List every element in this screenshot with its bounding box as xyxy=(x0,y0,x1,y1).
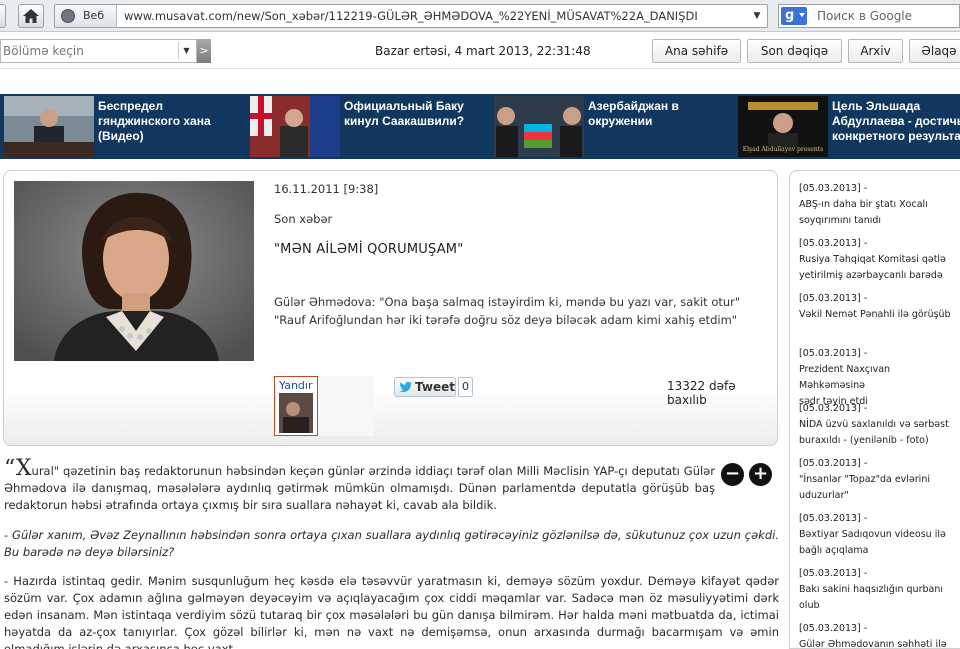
current-date: Bazar ertəsi, 4 mart 2013, 22:31:48 xyxy=(375,44,591,58)
yandir-spacer xyxy=(318,376,374,436)
article-lead-2: "Rauf Arifoğlundan hər iki tərəfə doğru … xyxy=(274,313,738,327)
news-title[interactable]: Азербайджан в окружении xyxy=(588,99,738,129)
yandir-button[interactable]: Yandır xyxy=(274,376,318,436)
news-thumbnail[interactable] xyxy=(250,96,340,157)
sidebar-news-item[interactable]: [05.03.2013] - NİDA üzvü saxlanıldı və s… xyxy=(799,401,959,449)
sidebar-news-item[interactable]: [05.03.2013] - Gülər Əhmədovanın səhhəti… xyxy=(799,621,959,648)
section-go-button[interactable]: > xyxy=(197,39,211,63)
news-thumbnail[interactable] xyxy=(494,96,584,157)
thumbnail-caption: Elşad Abdullayev presents xyxy=(743,146,823,153)
sidebar-news-item[interactable]: [05.03.2013] - Bəxtiyar Sadıqovun videos… xyxy=(799,511,959,559)
news-title[interactable]: Официальный Баку кинул Саакашвили? xyxy=(344,99,494,129)
address-bar[interactable]: Веб www.musavat.com/new/Son_xəbər/112219… xyxy=(54,4,768,28)
sidebar-news-item[interactable]: [05.03.2013] - Vəkil Nemət Pənahli ilə g… xyxy=(799,291,959,323)
news-item[interactable]: Азербайджан в окружении xyxy=(494,96,738,157)
globe-icon xyxy=(61,9,75,23)
archive-button[interactable]: Arxiv xyxy=(848,39,903,63)
view-count: 13322 dəfə baxılıb xyxy=(667,379,736,407)
news-item[interactable]: Беспредел гянджинского хана (Видео) xyxy=(4,96,250,157)
article-body-paragraph: - Gülər xanım, Əvəz Zeynallının həbsində… xyxy=(4,528,779,559)
news-title[interactable]: Беспредел гянджинского хана (Видео) xyxy=(98,99,248,144)
browser-toolbar: Веб www.musavat.com/new/Son_xəbər/112219… xyxy=(0,0,960,32)
article-body-paragraph: - Hazırda istintaq gedir. Mənim susqunlu… xyxy=(4,574,779,649)
article-category[interactable]: Son xəbər xyxy=(274,212,332,226)
news-title[interactable]: Цель Эльшада Абдуллаева - достичь конкре… xyxy=(832,99,960,144)
tweet-button[interactable]: Tweet xyxy=(394,377,456,397)
url-dropdown-icon[interactable]: ▼ xyxy=(747,5,767,27)
article-panel: 16.11.2011 [9:38] Son xəbər "MƏN AİLƏMİ … xyxy=(3,170,778,446)
home-button[interactable] xyxy=(18,4,44,28)
article-date: 16.11.2011 [9:38] xyxy=(274,182,379,196)
article-body-paragraph: “Xural" qəzetinin baş redaktorunun həbsi… xyxy=(4,456,715,513)
article-portrait xyxy=(14,181,254,361)
site-header: Bölümə keçin ▼ > Bazar ertəsi, 4 mart 20… xyxy=(0,33,960,69)
news-thumbnail[interactable] xyxy=(4,96,94,157)
section-select[interactable]: Bölümə keçin ▼ xyxy=(0,39,197,63)
article-lead-1: Gülər Əhmədova: "Ona başa salmaq istəyir… xyxy=(274,295,741,309)
home-icon xyxy=(23,9,39,23)
text-decrease-button[interactable]: − xyxy=(721,463,744,486)
sidebar-news-item[interactable]: [05.03.2013] - ABŞ-ın daha bir ştatı Xoc… xyxy=(799,181,959,229)
yandir-thumbnail[interactable] xyxy=(279,393,313,433)
home-page-button[interactable]: Ana səhifə xyxy=(652,39,741,63)
latest-news-button[interactable]: Son dəqiqə xyxy=(747,39,842,63)
sidebar-news-item[interactable]: [05.03.2013] - Bakı sakini haqsızlığın q… xyxy=(799,566,959,614)
article-title: "MƏN AİLƏMİ QORUMUŞAM" xyxy=(274,242,464,257)
url-scheme-badge[interactable]: Веб xyxy=(55,5,117,27)
sidebar-news-item[interactable]: [05.03.2013] - "İnsanlar "Topaz"da evlər… xyxy=(799,456,959,504)
latest-news-sidebar: [05.03.2013] - ABŞ-ın daha bir ştatı Xoc… xyxy=(789,170,960,649)
twitter-bird-icon xyxy=(399,381,412,393)
news-thumbnail[interactable]: Elşad Abdullayev presents xyxy=(738,96,828,157)
news-item[interactable]: Elşad Abdullayev presents Цель Эльшада А… xyxy=(738,96,960,157)
text-increase-button[interactable]: + xyxy=(749,463,772,486)
sidebar-news-item[interactable]: [05.03.2013] - Rusiya Təhqiqat Komitəsi … xyxy=(799,236,959,284)
search-placeholder: Поиск в Google xyxy=(817,9,913,23)
contact-button[interactable]: Əlaqə xyxy=(909,39,960,63)
drop-cap: “X xyxy=(4,456,32,481)
top-news-strip: Беспредел гянджинского хана (Видео) Офиц… xyxy=(0,94,960,159)
news-item[interactable]: Официальный Баку кинул Саакашвили? xyxy=(250,96,494,157)
browser-search-box[interactable]: g Поиск в Google xyxy=(778,4,960,28)
tweet-count: 0 xyxy=(458,377,473,397)
url-text[interactable]: www.musavat.com/new/Son_xəbər/112219-GÜL… xyxy=(124,5,734,27)
google-icon[interactable]: g xyxy=(781,7,807,25)
menu-button[interactable] xyxy=(0,4,6,28)
select-arrow-icon[interactable]: ▼ xyxy=(178,42,194,60)
